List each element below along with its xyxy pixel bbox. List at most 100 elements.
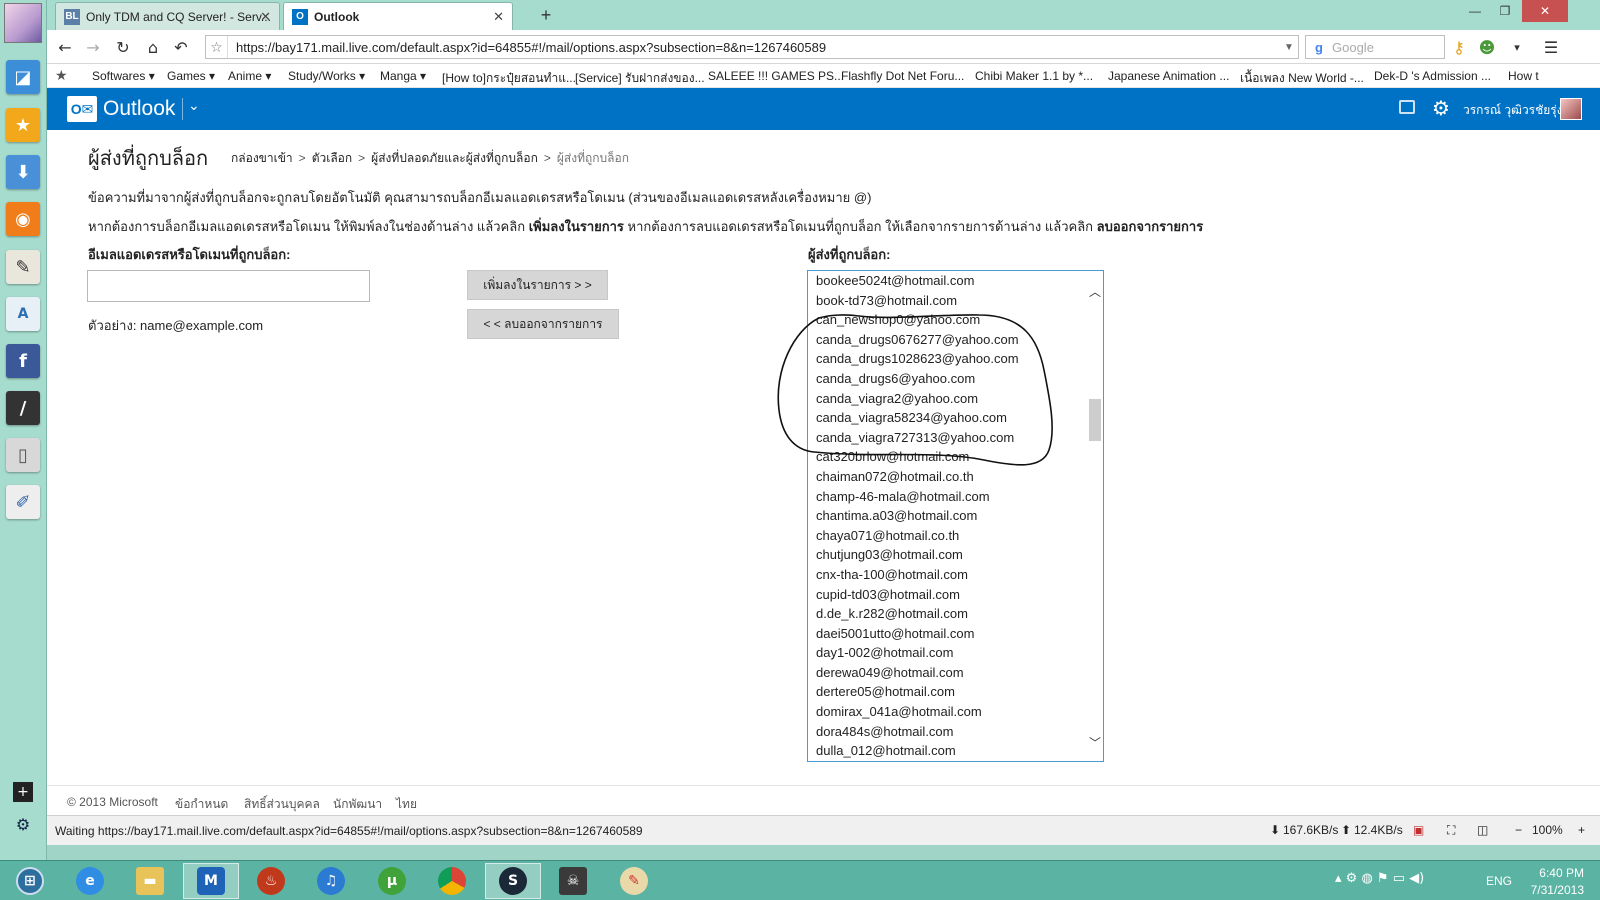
blocked-sender-item[interactable]: canda_viagra727313@yahoo.com: [808, 428, 1088, 448]
messenger-icon[interactable]: [1399, 100, 1415, 114]
blocked-sender-item[interactable]: derewa049@hotmail.com: [808, 663, 1088, 683]
main-menu-icon[interactable]: ☰: [1539, 36, 1563, 58]
address-bar[interactable]: ☆ https://bay171.mail.live.com/default.a…: [205, 35, 1299, 59]
bookmark-item[interactable]: Anime ▾: [228, 69, 271, 83]
clock-time[interactable]: 6:40 PM: [1528, 866, 1584, 880]
key-icon[interactable]: ⚷: [1447, 36, 1471, 58]
zoom-in-icon[interactable]: +: [1578, 823, 1585, 837]
bookmark-item[interactable]: Study/Works ▾: [288, 69, 365, 83]
blocked-sender-item[interactable]: cnx-tha-100@hotmail.com: [808, 565, 1088, 585]
user-sync-icon[interactable]: ☻: [1475, 36, 1499, 58]
taskbar-itunes[interactable]: ♫: [303, 863, 359, 899]
breadcrumb-inbox[interactable]: กล่องขาเข้า: [231, 151, 293, 165]
screenshot-icon[interactable]: ▣: [1413, 823, 1424, 837]
blocked-sender-item[interactable]: day1-002@hotmail.com: [808, 643, 1088, 663]
bookmark-item[interactable]: [How to]กระปุ๋ยสอนทำแ...: [442, 69, 576, 87]
blocked-sender-item[interactable]: canda_viagra2@yahoo.com: [808, 389, 1088, 409]
paint-brush-icon[interactable]: /: [6, 391, 40, 425]
new-tab-plus-icon[interactable]: +: [534, 3, 558, 27]
split-view-icon[interactable]: ◫: [1477, 823, 1488, 837]
remove-from-list-button[interactable]: < < ลบออกจากรายการ: [467, 309, 619, 339]
bookmark-item[interactable]: Games ▾: [167, 69, 215, 83]
facebook-icon[interactable]: f: [6, 344, 40, 378]
footer-link-language[interactable]: ไทย: [396, 795, 417, 814]
forward-arrow-icon[interactable]: →: [81, 36, 105, 58]
blocked-sender-item[interactable]: canda_viagra58234@yahoo.com: [808, 408, 1088, 428]
blocked-sender-item[interactable]: cupid-td03@hotmail.com: [808, 585, 1088, 605]
restore-icon[interactable]: ❐: [1490, 0, 1520, 22]
bookmark-item[interactable]: Manga ▾: [380, 69, 426, 83]
bookmark-item[interactable]: How t: [1508, 69, 1539, 83]
blocked-sender-item[interactable]: canda_drugs1028623@yahoo.com: [808, 349, 1088, 369]
app-switcher-chevron-icon[interactable]: ⌄: [188, 97, 200, 114]
maxthon-home-icon[interactable]: ◪: [6, 60, 40, 94]
back-arrow-icon[interactable]: ←: [53, 36, 77, 58]
blocked-sender-item[interactable]: dertere05@hotmail.com: [808, 682, 1088, 702]
add-to-list-button[interactable]: เพิ่มลงในรายการ > >: [467, 270, 608, 300]
blocked-sender-item[interactable]: dulla_012@hotmail.com: [808, 741, 1088, 761]
notes-icon[interactable]: ✎: [6, 250, 40, 284]
translate-icon[interactable]: A: [6, 297, 40, 331]
add-sidebar-item-icon[interactable]: +: [13, 782, 33, 802]
clock-date[interactable]: 7/31/2013: [1518, 883, 1584, 897]
blocked-sender-item[interactable]: d.de_k.r282@hotmail.com: [808, 604, 1088, 624]
taskbar-flame-app[interactable]: ♨: [243, 863, 299, 899]
taskbar-steam[interactable]: S: [485, 863, 541, 899]
undo-close-icon[interactable]: ↶: [169, 36, 193, 58]
app-title[interactable]: Outlook: [103, 97, 175, 121]
close-tab-icon[interactable]: ✕: [493, 9, 504, 25]
taskbar-utorrent[interactable]: µ: [364, 863, 420, 899]
user-avatar[interactable]: [1560, 98, 1582, 120]
settings-gear-icon[interactable]: ⚙: [1432, 96, 1450, 120]
profile-avatar[interactable]: [4, 3, 42, 43]
eraser-icon[interactable]: ✐: [6, 485, 40, 519]
favorites-star-icon[interactable]: ★: [6, 108, 40, 142]
blocked-sender-item[interactable]: dora484s@hotmail.com: [808, 722, 1088, 742]
blocked-sender-item[interactable]: bookee5024t@hotmail.com: [808, 271, 1088, 291]
blocked-sender-item[interactable]: domirax_041a@hotmail.com: [808, 702, 1088, 722]
search-box[interactable]: g Google: [1305, 35, 1445, 59]
fullscreen-icon[interactable]: ⛶: [1447, 823, 1455, 838]
menu-dropdown-icon[interactable]: ▾: [1505, 36, 1529, 58]
blocked-sender-item[interactable]: champ-46-mala@hotmail.com: [808, 487, 1088, 507]
blocked-sender-item[interactable]: canda_drugs0676277@yahoo.com: [808, 330, 1088, 350]
favorites-star-icon[interactable]: ★: [55, 67, 68, 84]
tab-outlook[interactable]: O Outlook ✕: [283, 2, 513, 30]
bookmark-item[interactable]: SALEEE !!! GAMES PS...: [708, 69, 844, 83]
footer-link-terms[interactable]: ข้อกำหนด: [175, 795, 228, 814]
blocked-sender-item[interactable]: cat320brlow@hotmail.com: [808, 447, 1088, 467]
bookmark-item[interactable]: Japanese Animation ...: [1108, 69, 1229, 83]
start-button[interactable]: ⊞: [2, 863, 58, 899]
blocked-sender-item[interactable]: chaya071@hotmail.co.th: [808, 526, 1088, 546]
zoom-out-icon[interactable]: −: [1515, 823, 1522, 837]
zoom-level[interactable]: 100%: [1532, 823, 1563, 837]
taskbar-paint[interactable]: ✎: [606, 863, 662, 899]
bookmark-item[interactable]: Flashfly Dot Net Foru...: [841, 69, 964, 83]
list-scrollbar[interactable]: ︿ ﹀: [1087, 271, 1103, 761]
bookmark-star-icon[interactable]: ☆: [206, 36, 228, 58]
blocked-sender-item[interactable]: chutjung03@hotmail.com: [808, 545, 1088, 565]
blocked-address-input[interactable]: [87, 270, 370, 302]
blocked-sender-item[interactable]: chaiman072@hotmail.co.th: [808, 467, 1088, 487]
taskbar-game[interactable]: ☠: [545, 863, 601, 899]
minimize-icon[interactable]: —: [1460, 0, 1490, 22]
taskbar-chrome[interactable]: [424, 863, 480, 899]
scrollbar-thumb[interactable]: [1089, 399, 1101, 441]
rss-feed-icon[interactable]: ◉: [6, 202, 40, 236]
footer-link-privacy[interactable]: สิทธิ์ส่วนบุคคล: [244, 795, 320, 814]
breadcrumb-options[interactable]: ตัวเลือก: [312, 151, 352, 165]
bookmark-item[interactable]: [Service] รับฝากส่งของ...: [575, 69, 705, 87]
sidebar-settings-gear-icon[interactable]: ⚙: [13, 814, 33, 834]
home-icon[interactable]: ⌂: [141, 36, 165, 58]
taskbar-maxthon[interactable]: M: [183, 863, 239, 899]
url-text[interactable]: https://bay171.mail.live.com/default.asp…: [228, 40, 1280, 55]
footer-link-developers[interactable]: นักพัฒนา: [333, 795, 382, 814]
scroll-down-chevron-icon[interactable]: ﹀: [1089, 734, 1101, 751]
blocked-sender-item[interactable]: book-td73@hotmail.com: [808, 291, 1088, 311]
outlook-logo-icon[interactable]: O✉: [67, 96, 97, 122]
document-icon[interactable]: ▯: [6, 438, 40, 472]
blocked-sender-item[interactable]: chantima.a03@hotmail.com: [808, 506, 1088, 526]
system-tray-icons[interactable]: ▴ ⚙ ◍ ⚑ ▭ ◀): [1335, 871, 1424, 886]
breadcrumb-safe-blocked[interactable]: ผู้ส่งที่ปลอดภัยและผู้ส่งที่ถูกบล็อก: [371, 151, 538, 165]
taskbar-file-explorer[interactable]: ▬: [122, 863, 178, 899]
